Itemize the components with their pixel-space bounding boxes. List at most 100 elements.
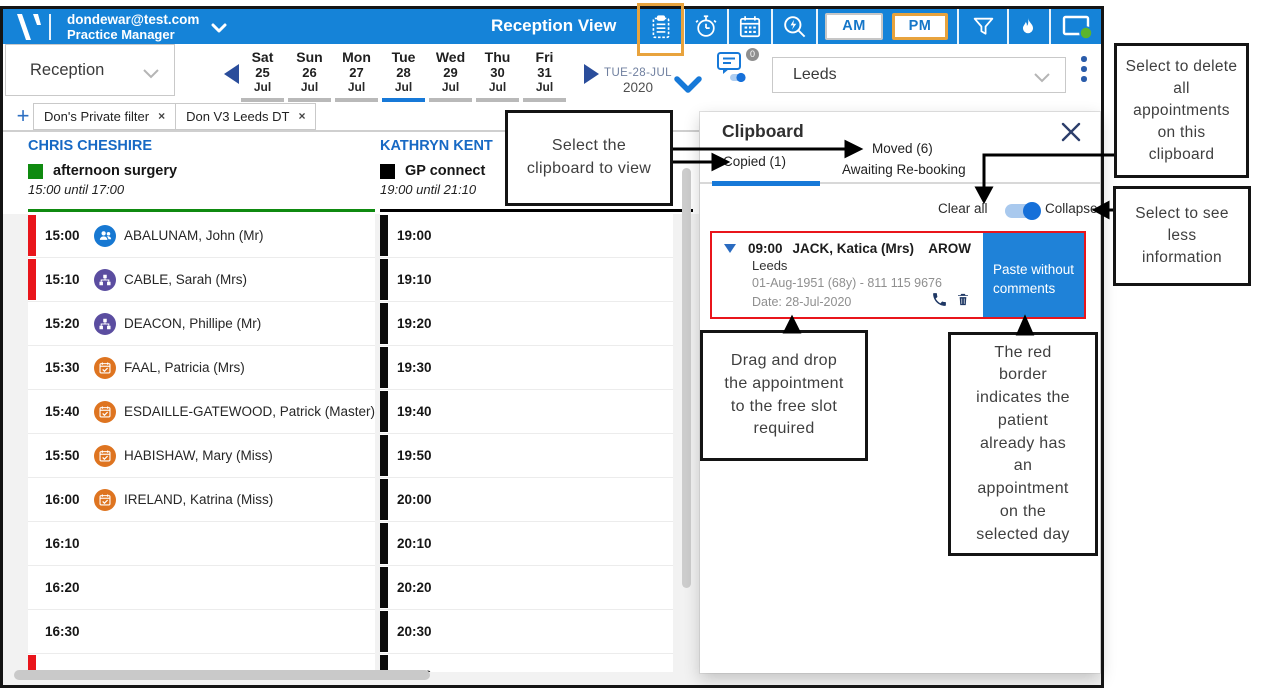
trash-icon[interactable] bbox=[955, 291, 971, 313]
clinician-name[interactable]: CHRIS CHESHIRE bbox=[28, 138, 177, 154]
card-time: 09:00 bbox=[748, 241, 783, 256]
comments-toggle-icon[interactable]: 0 bbox=[715, 48, 761, 98]
session-underline bbox=[28, 209, 375, 212]
calendar-icon[interactable] bbox=[728, 9, 771, 44]
slot-status-bar bbox=[380, 347, 388, 388]
annotation-delete-all: Select to delete all appointments on thi… bbox=[1114, 43, 1249, 178]
clear-all-button[interactable]: Clear all bbox=[938, 201, 988, 216]
clinician-name[interactable]: KATHRYN KENT bbox=[380, 138, 493, 154]
date-picker-chevron-icon[interactable] bbox=[673, 76, 703, 99]
day-cell-sat[interactable]: Sat 25 Jul bbox=[239, 49, 286, 102]
clipboard-icon[interactable] bbox=[639, 9, 683, 44]
slot-status-bar bbox=[28, 523, 36, 564]
appointment-slot[interactable]: 16:00IRELAND, Katrina (Miss) bbox=[28, 478, 375, 522]
appointment-slot[interactable]: 15:50HABISHAW, Mary (Miss) bbox=[28, 434, 375, 478]
annotation-see-less: Select to see less information bbox=[1113, 186, 1251, 286]
horizontal-scrollbar[interactable] bbox=[14, 670, 430, 680]
user-menu[interactable]: dondewar@test.com Practice Manager bbox=[67, 12, 199, 42]
people-icon bbox=[94, 225, 116, 247]
slot-time: 19:00 bbox=[397, 228, 446, 243]
close-icon[interactable]: × bbox=[298, 109, 305, 123]
appointment-slot[interactable]: 15:30FAAL, Patricia (Mrs) bbox=[28, 346, 375, 390]
appointment-column: 19:00 19:1019:2019:3019:4019:50 20:00 20:10… bbox=[380, 214, 673, 672]
filter-tab[interactable]: Don V3 Leeds DT × bbox=[175, 103, 316, 130]
calendar-check-icon bbox=[94, 489, 116, 511]
slot-time: 20:10 bbox=[397, 536, 446, 551]
session-underline bbox=[380, 209, 693, 212]
appointment-slot[interactable]: 15:40ESDAILLE-GATEWOOD, Patrick (Master) bbox=[28, 390, 375, 434]
appointment-slot[interactable]: 16:30 bbox=[28, 610, 375, 654]
hot-tasks-icon[interactable] bbox=[1009, 9, 1047, 44]
appointment-slot[interactable]: 15:20DEACON, Phillipe (Mr) bbox=[28, 302, 375, 346]
clinician-column-header: KATHRYN KENT GP connect 19:00 until 21:1… bbox=[380, 138, 493, 197]
day-cell-wed[interactable]: Wed 29 Jul bbox=[427, 49, 474, 102]
day-cell-tue[interactable]: Tue 28 Jul bbox=[380, 49, 427, 102]
appointment-slot[interactable]: 19:50 bbox=[380, 434, 673, 478]
am-button[interactable]: AM bbox=[825, 13, 883, 40]
quick-search-icon[interactable] bbox=[772, 9, 816, 44]
vertical-scrollbar[interactable] bbox=[682, 168, 691, 588]
close-icon[interactable]: × bbox=[158, 109, 165, 123]
day-cell-sun[interactable]: Sun 26 Jul bbox=[286, 49, 333, 102]
collapse-toggle[interactable] bbox=[1005, 204, 1039, 218]
chevron-down-icon[interactable] bbox=[211, 20, 227, 38]
appointment-slot[interactable]: 15:00ABALUNAM, John (Mr) bbox=[28, 214, 375, 258]
day-cell-fri[interactable]: Fri 31 Jul bbox=[521, 49, 568, 102]
day-name: Fri bbox=[521, 49, 568, 65]
appointment-slot[interactable]: 20:00 bbox=[380, 478, 673, 522]
patient-name: IRELAND, Katrina (Miss) bbox=[124, 492, 273, 507]
slot-time: 15:00 bbox=[45, 228, 94, 243]
appointment-slot[interactable]: 19:40 bbox=[380, 390, 673, 434]
user-role: Practice Manager bbox=[67, 27, 199, 42]
location-selector[interactable]: Leeds bbox=[772, 57, 1066, 93]
filter-tab[interactable]: Don's Private filter × bbox=[33, 103, 176, 130]
appointment-slot[interactable]: 19:10 bbox=[380, 258, 673, 302]
day-name: Tue bbox=[380, 49, 427, 65]
appointment-slot[interactable]: 19:30 bbox=[380, 346, 673, 390]
appointment-slot[interactable]: 20:20 bbox=[380, 566, 673, 610]
pm-button[interactable]: PM bbox=[892, 13, 948, 40]
next-week-button[interactable] bbox=[584, 64, 599, 84]
screen-status-icon[interactable] bbox=[1052, 9, 1101, 44]
slot-status-bar bbox=[28, 567, 36, 608]
paste-without-comments-button[interactable]: Paste without comments bbox=[983, 233, 1084, 317]
appointment-slot[interactable]: 15:10CABLE, Sarah (Mrs) bbox=[28, 258, 375, 302]
slot-status-bar bbox=[380, 435, 388, 476]
tab-moved[interactable]: Moved (6) bbox=[872, 141, 933, 156]
appointment-slot[interactable]: 20:10 bbox=[380, 522, 673, 566]
view-selector[interactable]: Reception bbox=[5, 44, 175, 96]
divider bbox=[49, 14, 51, 40]
tab-awaiting-rebooking[interactable]: Awaiting Re-booking bbox=[842, 162, 966, 177]
previous-week-button[interactable] bbox=[224, 64, 239, 84]
appointment-slot[interactable]: 19:20 bbox=[380, 302, 673, 346]
slot-status-bar bbox=[380, 567, 388, 608]
day-name: Wed bbox=[427, 49, 474, 65]
close-icon[interactable] bbox=[1060, 121, 1084, 145]
am-toggle[interactable]: AM bbox=[821, 9, 887, 44]
appointment-slot[interactable]: 16:10 bbox=[28, 522, 375, 566]
day-cell-mon[interactable]: Mon 27 Jul bbox=[333, 49, 380, 102]
network-icon bbox=[94, 313, 116, 335]
tab-copied[interactable]: Copied (1) bbox=[723, 154, 786, 169]
filter-icon[interactable] bbox=[961, 9, 1005, 44]
more-options-icon[interactable] bbox=[1081, 56, 1087, 82]
appointment-slot[interactable]: 16:20 bbox=[28, 566, 375, 610]
day-cell-thu[interactable]: Thu 30 Jul bbox=[474, 49, 521, 102]
phone-icon[interactable] bbox=[931, 291, 948, 313]
appointment-slot[interactable]: 19:00 bbox=[380, 214, 673, 258]
slot-time: 20:00 bbox=[397, 492, 446, 507]
add-filter-button[interactable]: + bbox=[12, 105, 34, 127]
day-number: 29 bbox=[427, 65, 474, 80]
day-number: 25 bbox=[239, 65, 286, 80]
slot-status-bar bbox=[28, 479, 36, 520]
appointments-timer-icon[interactable] bbox=[684, 9, 727, 44]
slot-time: 15:50 bbox=[45, 448, 94, 463]
collapse-label: Collapse bbox=[1045, 201, 1098, 216]
pm-toggle[interactable]: PM bbox=[889, 9, 951, 44]
expand-caret-icon[interactable] bbox=[724, 244, 736, 253]
filter-tab-label: Don V3 Leeds DT bbox=[186, 109, 289, 124]
appointment-slot[interactable]: 20:30 bbox=[380, 610, 673, 654]
clipboard-appointment-card[interactable]: 09:00 JACK, Katica (Mrs) AROW Leeds 01-A… bbox=[710, 231, 1086, 319]
view-selector-value: Reception bbox=[30, 61, 104, 80]
patient-name: DEACON, Phillipe (Mr) bbox=[124, 316, 261, 331]
